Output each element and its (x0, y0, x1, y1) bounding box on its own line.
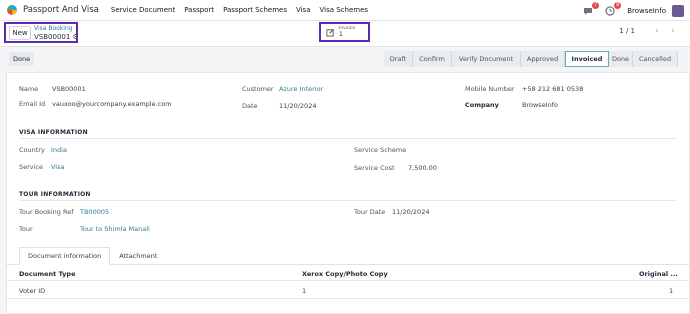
mobile-label: Mobile Number (465, 85, 515, 93)
stage-verify-document[interactable]: Verify Document (452, 51, 521, 67)
tour-section-divider (19, 200, 677, 201)
breadcrumb-parent[interactable]: Visa Booking (34, 25, 73, 32)
menu-passport[interactable]: Passport (184, 6, 214, 14)
pager-value[interactable]: 1 / 1 (619, 27, 635, 35)
visa-section-title: VISA INFORMATION (19, 129, 88, 136)
menu-passport-schemes[interactable]: Passport Schemes (223, 6, 287, 14)
date-field[interactable]: 11/20/2024 (279, 102, 316, 110)
service-field[interactable]: Visa (51, 163, 64, 171)
column-header-original[interactable]: Original ... (639, 270, 678, 278)
tour-field[interactable]: Tour to Shimla Manali (80, 225, 150, 233)
stage-approved[interactable]: Approved (521, 51, 565, 67)
status-stages: Draft Confirm Verify Document Approved I… (384, 51, 678, 67)
tour-booking-ref-label: Tour Booking Ref (19, 208, 74, 216)
service-cost-field[interactable]: 7,500.00 (408, 164, 437, 172)
stage-done[interactable]: Done (609, 51, 633, 67)
visa-section-divider (19, 138, 677, 139)
menu-visa-schemes[interactable]: Visa Schemes (320, 6, 369, 14)
highlight-box-invoice (319, 22, 370, 42)
app-logo-icon[interactable] (7, 5, 17, 15)
company-switcher[interactable]: BrowseInfo (627, 7, 666, 15)
cell-document-type[interactable]: Voter ID (19, 287, 45, 295)
email-field[interactable]: vauxoo@yourcompany.example.com (52, 100, 172, 108)
customer-label: Customer (242, 85, 274, 93)
new-button[interactable]: New (9, 26, 31, 40)
company-field[interactable]: BrowseInfo (522, 101, 558, 109)
menu-service-document[interactable]: Service Document (111, 6, 175, 14)
tab-attachment[interactable]: Attachment (110, 247, 166, 265)
control-panel: New Visa Booking VSB00001 ⚙ Invoice 1 1 … (0, 21, 690, 47)
tour-date-label: Tour Date (354, 208, 386, 216)
user-avatar[interactable] (672, 4, 684, 17)
activity-clock-icon[interactable]: 8 (605, 1, 622, 16)
stage-invoiced[interactable]: Invoiced (565, 51, 609, 67)
top-navbar: Passport And Visa Service Document Passp… (0, 0, 690, 21)
form-sheet: Name VSB00001 Email Id vauxoo@yourcompan… (6, 72, 690, 314)
tab-document-information[interactable]: Document information (19, 247, 111, 265)
column-header-document-type[interactable]: Document Type (19, 270, 75, 278)
chat-badge: 7 (592, 1, 600, 9)
table-header-divider (7, 280, 689, 281)
breadcrumb-current-label: VSB00001 (34, 33, 71, 41)
name-field[interactable]: VSB00001 (52, 85, 86, 93)
customer-field[interactable]: Azure Interior (279, 85, 323, 93)
mobile-field[interactable]: +58 212 681 0538 (522, 85, 583, 93)
pager-previous-icon[interactable]: ‹ (651, 25, 663, 37)
done-button[interactable]: Done (9, 52, 35, 66)
name-label: Name (19, 85, 39, 93)
activity-badge: 8 (614, 1, 622, 9)
stage-draft[interactable]: Draft (384, 51, 413, 67)
notebook-tabs: Document information Attachment (19, 247, 166, 265)
tour-booking-ref-field[interactable]: TB00005 (80, 208, 109, 216)
breadcrumb-current: VSB00001 ⚙ (34, 33, 79, 41)
date-label: Date (242, 102, 258, 110)
column-header-xerox-copy[interactable]: Xerox Copy/Photo Copy (302, 270, 388, 278)
email-label: Email Id (19, 100, 46, 108)
chat-icon[interactable]: 7 (583, 1, 600, 16)
cell-xerox-copy[interactable]: 1 (302, 287, 306, 295)
table-row-divider (7, 298, 689, 299)
stage-cancelled[interactable]: Cancelled (633, 51, 678, 67)
pager-next-icon[interactable]: › (667, 25, 679, 37)
country-label: Country (19, 146, 45, 154)
service-label: Service (19, 163, 44, 171)
main-menu: Service Document Passport Passport Schem… (111, 6, 377, 14)
menu-visa[interactable]: Visa (296, 6, 311, 14)
stage-confirm[interactable]: Confirm (413, 51, 452, 67)
company-label: Company (465, 101, 499, 109)
tour-section-title: TOUR INFORMATION (19, 191, 91, 198)
service-scheme-label: Service Scheme (354, 146, 407, 154)
navbar-systray: 7 8 BrowseInfo (583, 0, 690, 21)
service-cost-label: Service Cost (354, 164, 395, 172)
status-bar: Done Draft Confirm Verify Document Appro… (0, 48, 690, 70)
tour-date-field[interactable]: 11/20/2024 (392, 208, 429, 216)
app-name[interactable]: Passport And Visa (23, 5, 99, 15)
country-field[interactable]: India (51, 146, 67, 154)
tour-label: Tour (19, 225, 33, 233)
cell-original[interactable]: 1 (669, 287, 673, 295)
gear-icon[interactable]: ⚙ (72, 33, 78, 41)
